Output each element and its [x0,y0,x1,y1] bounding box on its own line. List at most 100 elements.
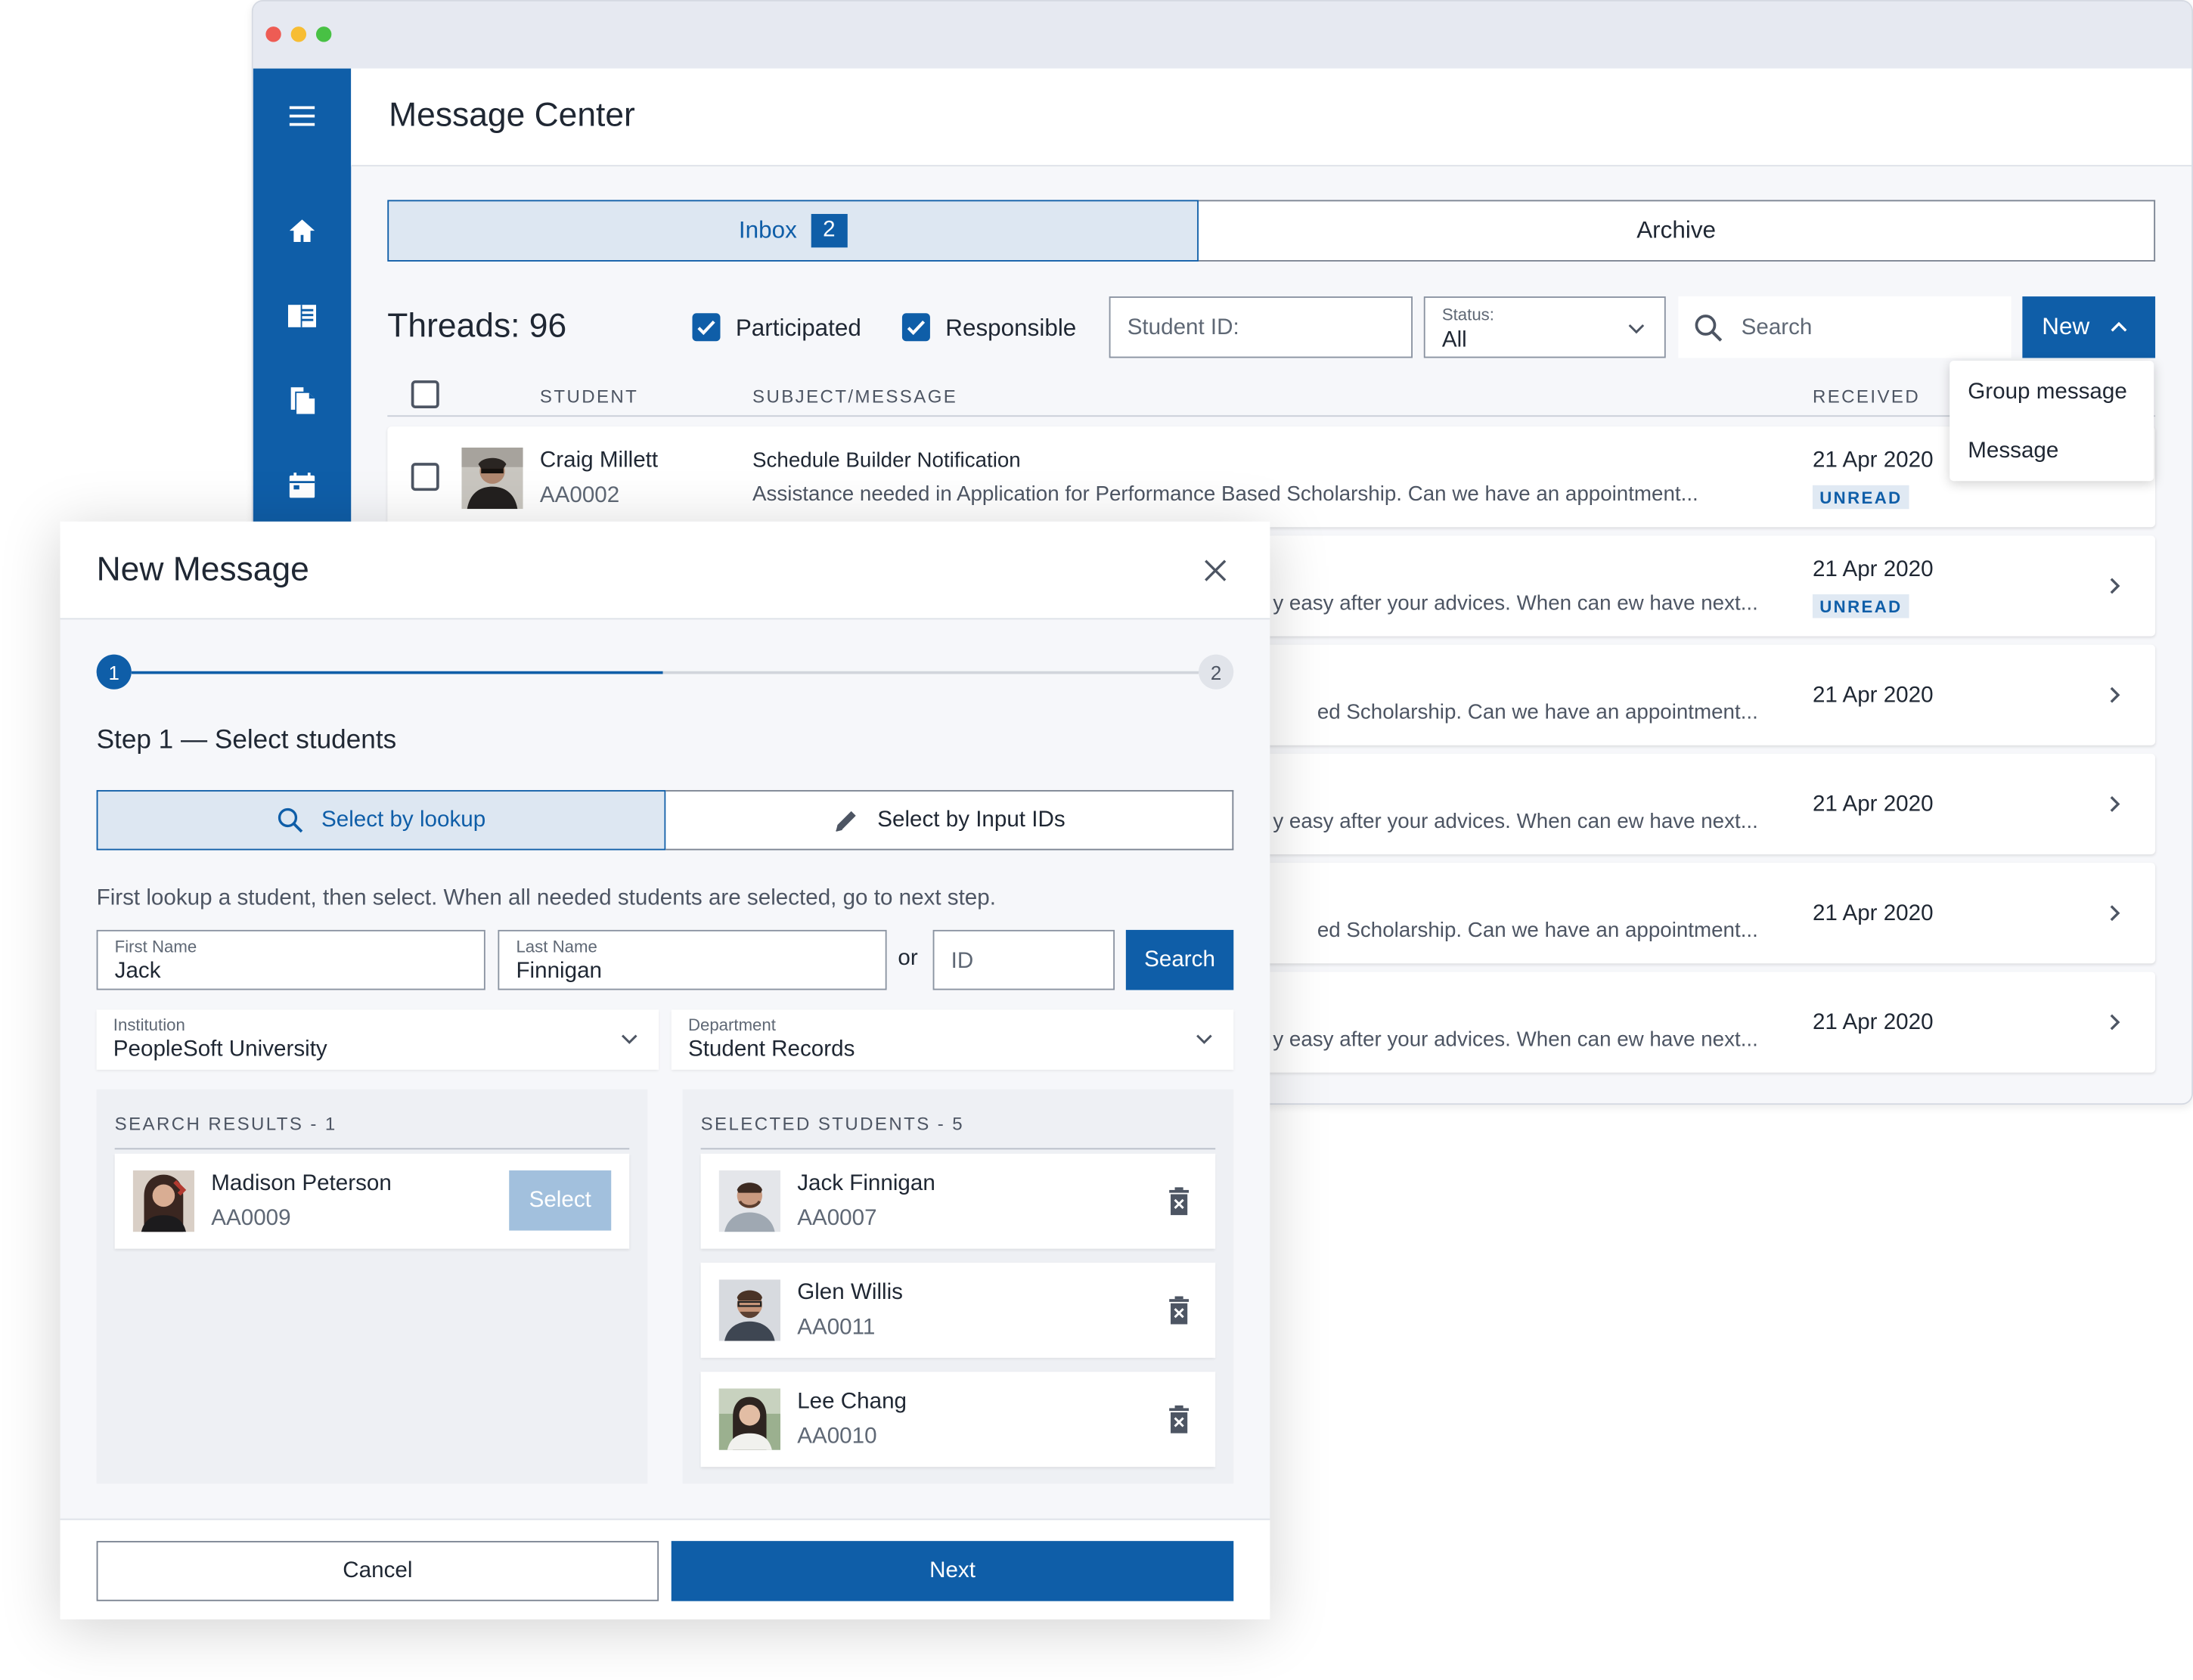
department-select[interactable]: Department Student Records [671,1009,1234,1070]
trash-icon[interactable] [1168,1187,1190,1216]
institution-select[interactable]: Institution PeopleSoft University [96,1009,659,1070]
pencil-icon [836,810,857,831]
message-snippet: y easy after your advices. When can ew h… [1273,1028,1758,1052]
tab-archive[interactable]: Archive [1199,200,2156,262]
selected-student-id: AA0010 [797,1424,877,1449]
student-photo-icon [132,1170,195,1232]
student-id-placeholder: Student ID: [1127,315,1239,340]
progress-complete [131,671,663,674]
row-checkbox[interactable] [411,463,439,491]
tab-inbox[interactable]: Inbox 2 [387,200,1199,262]
avatar [718,1279,781,1341]
menu-item-group-message[interactable]: Group message [1968,380,2127,405]
dialog-header: New Message [60,521,1270,620]
cancel-button[interactable]: Cancel [96,1541,659,1601]
participated-label: Participated [735,315,861,342]
message-snippet: y easy after your advices. When can ew h… [1273,591,1758,615]
list-item: Lee Chang AA0010 [700,1372,1216,1468]
chevron-right-icon [2110,1014,2120,1031]
or-label: or [898,947,918,971]
select-by-input-ids-tab[interactable]: Select by Input IDs [665,789,1234,851]
list-item: Madison Peterson AA0009 Select [114,1153,630,1249]
new-message-label: New [2042,313,2090,340]
select-by-input-ids-label: Select by Input IDs [877,807,1065,832]
responsible-checkbox[interactable] [901,313,930,342]
status-label: Status: [1441,305,1494,325]
department-label: Department [687,1015,776,1035]
checkmark-icon [697,320,715,336]
search-icon [1695,315,1723,342]
next-button[interactable]: Next [671,1541,1234,1601]
new-menu-dropdown: Group message Message [1950,361,2154,482]
trash-icon[interactable] [1168,1405,1190,1434]
search-placeholder: Search [1741,315,1813,340]
avatar [718,1388,781,1450]
select-by-lookup-tab[interactable]: Select by lookup [96,789,666,851]
checkmark-icon [907,320,926,336]
first-name-value: Jack [114,959,161,984]
selected-student-name: Lee Chang [797,1390,907,1414]
chevron-down-icon [1196,1034,1212,1044]
received-date: 21 Apr 2020 [1812,683,1934,708]
status-select[interactable]: Status: All [1423,296,1666,358]
calendar-icon[interactable] [285,469,318,502]
received-date: 21 Apr 2020 [1812,901,1934,926]
app-header: Message Center [351,68,2192,167]
status-badge: UNREAD [1812,485,1909,510]
catalog-icon[interactable] [285,299,318,333]
window-minimize-dot[interactable] [290,26,307,42]
table-row[interactable]: Craig Millett AA0002 Schedule Builder No… [387,426,2156,528]
home-icon[interactable] [285,214,318,247]
chevron-right-icon [2110,905,2120,922]
participated-checkbox[interactable] [692,313,721,342]
dialog-footer: Cancel Next [60,1518,1270,1620]
lookup-search-button[interactable]: Search [1125,929,1234,990]
chevron-down-icon [1628,324,1645,334]
window-zoom-dot[interactable] [315,26,332,42]
avatar [132,1170,195,1232]
selected-student-id: AA0011 [797,1316,876,1340]
received-date: 21 Apr 2020 [1812,792,1934,817]
list-item: Glen Willis AA0011 [700,1263,1216,1358]
chevron-down-icon [621,1034,637,1044]
message-subject: Schedule Builder Notification [752,448,1021,473]
page-title: Message Center [389,96,635,135]
result-student-name: Madison Peterson [211,1171,392,1196]
new-message-button[interactable]: New [2022,296,2156,358]
student-id-input[interactable]: Student ID: [1109,296,1413,358]
step-1-indicator: 1 [96,654,132,690]
panel-divider [700,1148,1216,1150]
search-input[interactable]: Search [1678,296,2012,358]
select-all-checkbox[interactable] [411,380,439,409]
last-name-field[interactable]: Last Name Finnigan [498,929,887,990]
selected-students-panel: SELECTED STUDENTS - 5 Jack Finnigan AA00… [682,1089,1234,1484]
threads-count: Threads: 96 [387,307,567,346]
received-date: 21 Apr 2020 [1812,1011,1934,1035]
chevron-right-icon [2110,578,2120,594]
window-close-dot[interactable] [265,26,281,42]
message-snippet: Assistance needed in Application for Per… [752,482,1698,507]
column-header-received: RECEIVED [1812,386,1921,408]
inbox-count-badge: 2 [811,213,848,248]
search-results-panel: SEARCH RESULTS - 1 Madison Peterson AA00… [96,1089,648,1484]
responsible-label: Responsible [945,315,1077,342]
student-name: Craig Millett [539,448,659,473]
tab-inbox-label: Inbox [738,216,797,243]
id-placeholder: ID [951,949,974,974]
menu-icon[interactable] [285,99,318,132]
selected-student-name: Glen Willis [797,1281,903,1305]
first-name-field[interactable]: First Name Jack [96,929,485,990]
id-field[interactable]: ID [932,929,1115,990]
chevron-up-icon [2111,321,2127,332]
student-photo-icon [461,447,523,510]
select-student-button[interactable]: Select [509,1170,612,1231]
menu-item-message[interactable]: Message [1968,439,2058,464]
progress-remaining [662,671,1199,674]
close-icon[interactable] [1202,556,1230,584]
last-name-value: Finnigan [516,959,602,984]
lookup-hint: First lookup a student, then select. Whe… [96,886,996,911]
trash-icon[interactable] [1168,1296,1190,1325]
student-photo-icon [718,1170,781,1232]
documents-icon[interactable] [285,383,318,417]
new-message-dialog: New Message 1 2 Step 1 — Select students… [60,521,1270,1620]
